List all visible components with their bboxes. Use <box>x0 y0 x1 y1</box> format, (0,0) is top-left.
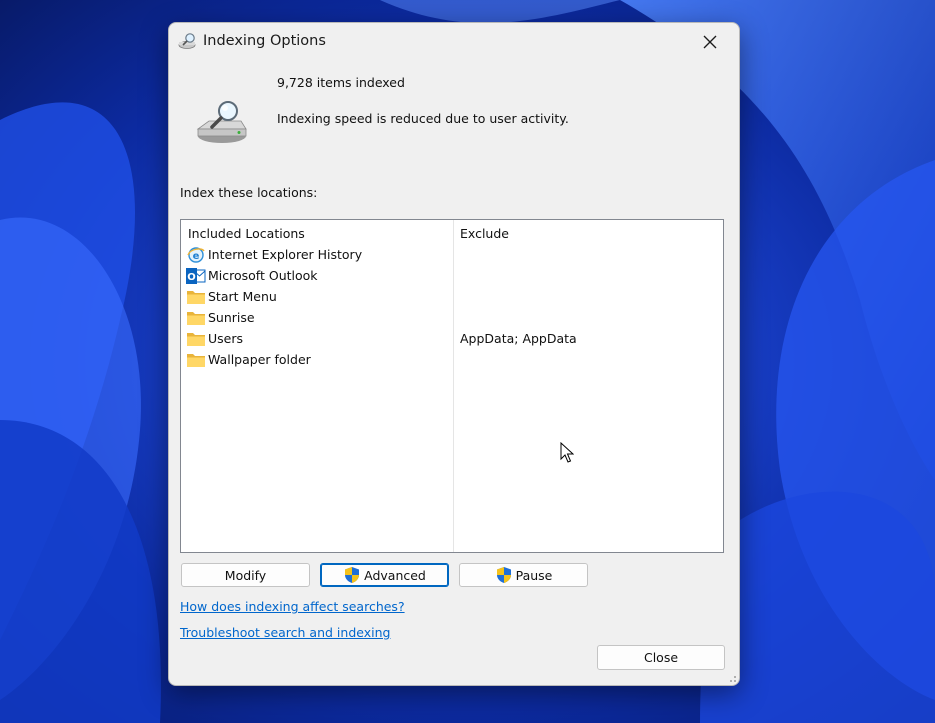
column-header-exclude[interactable]: Exclude <box>460 226 509 241</box>
list-item[interactable]: Wallpaper folder <box>181 350 721 371</box>
svg-text:e: e <box>193 251 200 262</box>
uac-shield-icon <box>496 567 511 583</box>
internet-explorer-icon: e <box>187 247 205 263</box>
location-exclude: AppData; AppData <box>460 331 577 346</box>
indexing-options-dialog: Indexing Options 9,728 items indexed Ind… <box>168 22 740 686</box>
close-icon <box>703 35 717 49</box>
list-item[interactable]: Users AppData; AppData <box>181 329 721 350</box>
indexing-magnifier-icon <box>178 33 196 49</box>
index-locations-label: Index these locations: <box>180 185 318 200</box>
folder-icon <box>187 333 205 346</box>
locations-list[interactable]: Included Locations Exclude e Internet Ex… <box>180 219 724 553</box>
close-button[interactable]: Close <box>597 645 725 670</box>
folder-icon <box>187 354 205 367</box>
indexing-drive-icon <box>196 101 247 143</box>
modify-button-label: Modify <box>224 567 267 583</box>
svg-text:O: O <box>187 272 196 283</box>
pause-button-label: Pause <box>515 567 553 583</box>
list-item[interactable]: O Microsoft Outlook <box>181 266 721 287</box>
mouse-pointer-icon <box>560 442 574 463</box>
location-name: Start Menu <box>208 289 277 304</box>
close-window-button[interactable] <box>687 27 733 57</box>
indexing-status-message: Indexing speed is reduced due to user ac… <box>277 111 569 126</box>
title-bar[interactable]: Indexing Options <box>169 23 739 61</box>
resize-grip-icon[interactable] <box>727 673 737 683</box>
location-name: Wallpaper folder <box>208 352 311 367</box>
location-name: Microsoft Outlook <box>208 268 318 283</box>
how-indexing-affects-link[interactable]: How does indexing affect searches? <box>180 599 405 614</box>
list-item[interactable]: Sunrise <box>181 308 721 329</box>
troubleshoot-link[interactable]: Troubleshoot search and indexing <box>180 625 390 640</box>
advanced-button-label: Advanced <box>364 567 426 583</box>
items-indexed-count: 9,728 items indexed <box>277 75 405 90</box>
close-button-label: Close <box>643 650 679 665</box>
list-item[interactable]: e Internet Explorer History <box>181 245 721 266</box>
outlook-icon: O <box>186 268 206 284</box>
folder-icon <box>187 312 205 325</box>
uac-shield-icon <box>345 567 360 583</box>
location-name: Sunrise <box>208 310 255 325</box>
modify-button[interactable]: Modify <box>181 563 310 587</box>
window-title: Indexing Options <box>203 33 326 49</box>
location-name: Internet Explorer History <box>208 247 363 262</box>
list-item[interactable]: Start Menu <box>181 287 721 308</box>
location-name: Users <box>208 331 244 346</box>
folder-icon <box>187 291 205 304</box>
pause-button[interactable]: Pause <box>459 563 588 587</box>
column-header-included[interactable]: Included Locations <box>188 226 305 241</box>
advanced-button[interactable]: Advanced <box>320 563 449 587</box>
